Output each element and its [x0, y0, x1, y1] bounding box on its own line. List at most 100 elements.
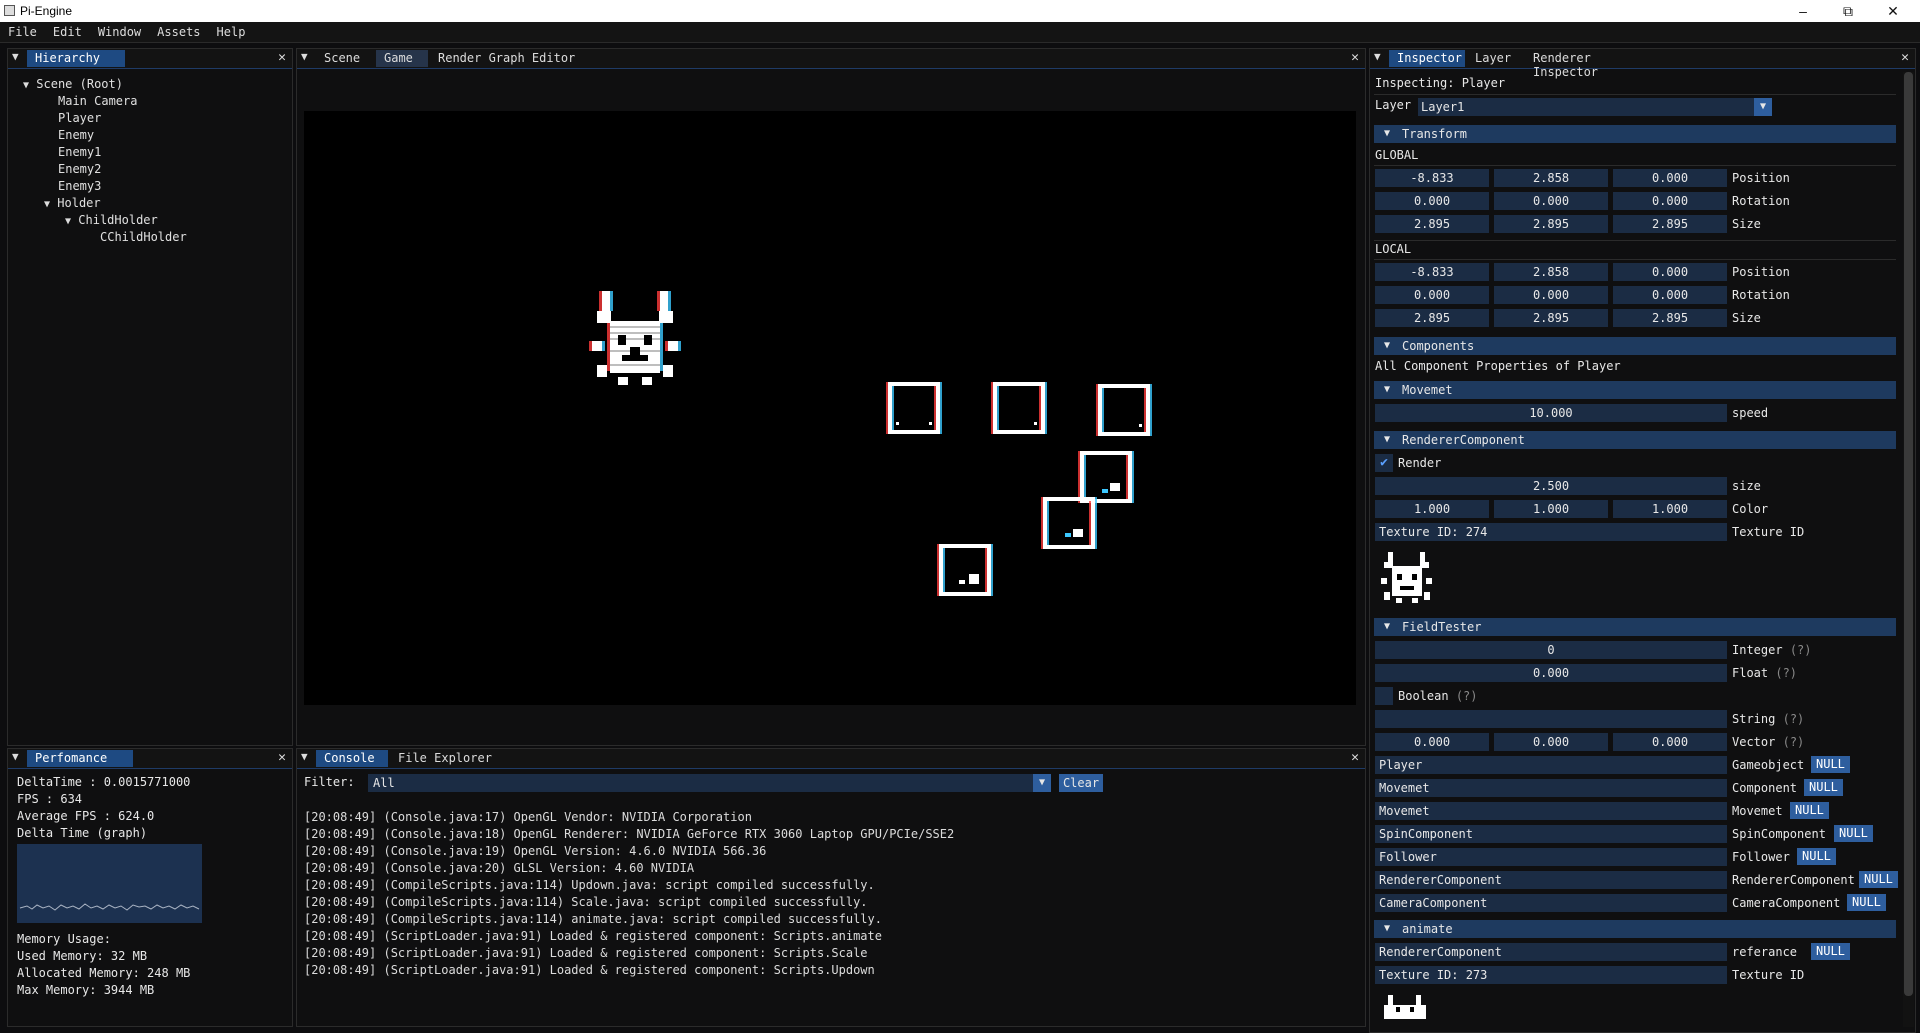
color-b[interactable]: 1.000	[1613, 500, 1727, 518]
gameobject-ref-field[interactable]: Player	[1375, 756, 1727, 774]
local-rotation-x[interactable]: 0.000	[1375, 286, 1489, 304]
global-rotation-x[interactable]: 0.000	[1375, 192, 1489, 210]
fieldtester-header[interactable]: ▼ FieldTester	[1374, 618, 1896, 636]
tree-item-player[interactable]: Player	[58, 111, 101, 125]
chevron-down-icon[interactable]: ▼	[1033, 774, 1051, 792]
local-size-z[interactable]: 2.895	[1613, 309, 1727, 327]
help-marker[interactable]: (?)	[1790, 643, 1812, 657]
expand-arrow-icon[interactable]: ▼	[65, 216, 71, 227]
renderer-size-field[interactable]: 2.500	[1375, 477, 1727, 495]
boolean-checkbox[interactable]	[1375, 687, 1393, 705]
cameracomponent-ref-field[interactable]: CameraComponent	[1375, 894, 1727, 912]
menu-window[interactable]: Window	[90, 22, 149, 39]
tree-item-cchildholder[interactable]: CChildHolder	[100, 230, 187, 244]
close-icon[interactable]: ✕	[278, 50, 286, 65]
renderercomponent-ref-field[interactable]: RendererComponent	[1375, 871, 1727, 889]
global-position-x[interactable]: -8.833	[1375, 169, 1489, 187]
minimize-icon[interactable]: –	[1783, 2, 1823, 20]
local-position-x[interactable]: -8.833	[1375, 263, 1489, 281]
local-rotation-y[interactable]: 0.000	[1494, 286, 1608, 304]
chevron-down-icon[interactable]: ▼	[1754, 98, 1772, 116]
local-position-z[interactable]: 0.000	[1613, 263, 1727, 281]
tab-game[interactable]: Game	[376, 50, 428, 67]
component-ref-field[interactable]: Movemet	[1375, 779, 1727, 797]
null-button[interactable]: NULL	[1811, 943, 1850, 960]
close-icon[interactable]: ✕	[1873, 2, 1913, 20]
null-button[interactable]: NULL	[1834, 825, 1873, 842]
tree-item-enemy[interactable]: Enemy	[58, 128, 94, 142]
game-viewport[interactable]	[304, 111, 1356, 705]
close-icon[interactable]: ✕	[1351, 50, 1359, 65]
global-position-y[interactable]: 2.858	[1494, 169, 1608, 187]
tree-item-enemy3[interactable]: Enemy3	[58, 179, 101, 193]
follower-ref-field[interactable]: Follower	[1375, 848, 1727, 866]
clear-button[interactable]: Clear	[1059, 774, 1103, 792]
inspector-scrollbar[interactable]	[1903, 72, 1914, 1027]
tab-render-graph-editor[interactable]: Render Graph Editor	[430, 50, 590, 67]
movemet-ref-field[interactable]: Movemet	[1375, 802, 1727, 820]
texture-id-field[interactable]: Texture ID: 274	[1375, 523, 1727, 541]
null-button[interactable]: NULL	[1790, 802, 1829, 819]
components-header[interactable]: ▼ Components	[1374, 337, 1896, 355]
animate-renderer-ref-field[interactable]: RendererComponent	[1375, 943, 1727, 961]
local-position-y[interactable]: 2.858	[1494, 263, 1608, 281]
render-checkbox[interactable]: ✔	[1375, 454, 1393, 472]
tab-file-explorer[interactable]: File Explorer	[390, 750, 500, 767]
string-field[interactable]	[1375, 710, 1727, 728]
tree-item-enemy1[interactable]: Enemy1	[58, 145, 101, 159]
expand-arrow-icon[interactable]: ▼	[44, 199, 50, 210]
help-marker[interactable]: (?)	[1783, 712, 1805, 726]
tree-item-enemy2[interactable]: Enemy2	[58, 162, 101, 176]
close-icon[interactable]: ✕	[1351, 750, 1359, 765]
global-size-y[interactable]: 2.895	[1494, 215, 1608, 233]
movemet-header[interactable]: ▼ Movemet	[1374, 381, 1896, 399]
tree-item-childholder[interactable]: ▼ ChildHolder	[65, 213, 158, 227]
panel-menu-icon[interactable]: ▼	[12, 751, 22, 762]
null-button[interactable]: NULL	[1847, 894, 1886, 911]
menu-file[interactable]: File	[0, 22, 45, 39]
help-marker[interactable]: (?)	[1456, 689, 1478, 703]
spincomponent-ref-field[interactable]: SpinComponent	[1375, 825, 1727, 843]
global-size-z[interactable]: 2.895	[1613, 215, 1727, 233]
tab-scene[interactable]: Scene	[316, 50, 374, 67]
tab-layer[interactable]: Layer	[1467, 50, 1523, 67]
integer-field[interactable]: 0	[1375, 641, 1727, 659]
tab-console[interactable]: Console	[316, 750, 388, 767]
tab-perfomance[interactable]: Perfomance	[27, 750, 133, 767]
tree-item-main-camera[interactable]: Main Camera	[58, 94, 137, 108]
color-g[interactable]: 1.000	[1494, 500, 1608, 518]
null-button[interactable]: NULL	[1797, 848, 1836, 865]
restore-icon[interactable]: ⧉	[1828, 2, 1868, 20]
layer-dropdown[interactable]: Layer1 ▼	[1418, 98, 1772, 116]
renderer-component-header[interactable]: ▼ RendererComponent	[1374, 431, 1896, 449]
close-icon[interactable]: ✕	[278, 750, 286, 765]
help-marker[interactable]: (?)	[1775, 666, 1797, 680]
tab-renderer-inspector[interactable]: Renderer Inspector	[1525, 50, 1665, 79]
global-rotation-z[interactable]: 0.000	[1613, 192, 1727, 210]
menu-assets[interactable]: Assets	[149, 22, 208, 39]
tree-item-holder[interactable]: ▼ Holder	[44, 196, 101, 210]
help-marker[interactable]: (?)	[1783, 735, 1805, 749]
menu-edit[interactable]: Edit	[45, 22, 90, 39]
panel-menu-icon[interactable]: ▼	[301, 51, 311, 62]
color-r[interactable]: 1.000	[1375, 500, 1489, 518]
local-size-x[interactable]: 2.895	[1375, 309, 1489, 327]
scrollbar-thumb[interactable]	[1904, 72, 1913, 996]
tab-hierarchy[interactable]: Hierarchy	[27, 50, 125, 67]
expand-arrow-icon[interactable]: ▼	[23, 80, 29, 91]
menu-help[interactable]: Help	[209, 22, 254, 39]
animate-texture-id-field[interactable]: Texture ID: 273	[1375, 966, 1727, 984]
panel-menu-icon[interactable]: ▼	[1374, 51, 1384, 62]
vector-z[interactable]: 0.000	[1613, 733, 1727, 751]
panel-menu-icon[interactable]: ▼	[12, 51, 22, 62]
transform-header[interactable]: ▼ Transform	[1374, 125, 1896, 143]
null-button[interactable]: NULL	[1811, 756, 1850, 773]
vector-y[interactable]: 0.000	[1494, 733, 1608, 751]
local-size-y[interactable]: 2.895	[1494, 309, 1608, 327]
filter-dropdown[interactable]: All ▼	[368, 774, 1051, 792]
vector-x[interactable]: 0.000	[1375, 733, 1489, 751]
float-field[interactable]: 0.000	[1375, 664, 1727, 682]
tab-inspector[interactable]: Inspector	[1389, 50, 1465, 67]
null-button[interactable]: NULL	[1804, 779, 1843, 796]
panel-menu-icon[interactable]: ▼	[301, 751, 311, 762]
